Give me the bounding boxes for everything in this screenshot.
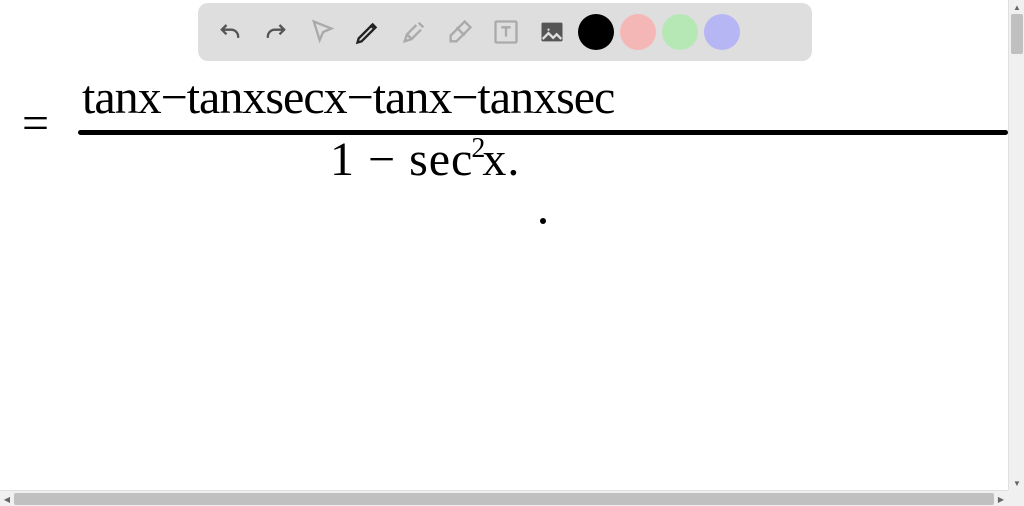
scroll-up-arrow-icon[interactable]: ▲: [1009, 0, 1024, 14]
eraser-tool-button[interactable]: [440, 12, 480, 52]
redo-icon: [262, 18, 290, 46]
tools-icon: [400, 18, 428, 46]
denominator-pre: 1 − sec: [330, 133, 473, 186]
stray-ink-dot: [540, 218, 546, 224]
text-icon: [492, 18, 520, 46]
tools-menu-button[interactable]: [394, 12, 434, 52]
vertical-scrollbar[interactable]: ▲ ▼: [1008, 0, 1024, 490]
color-green-swatch[interactable]: [662, 14, 698, 50]
horizontal-scrollbar[interactable]: ◀ ▶: [0, 490, 1008, 506]
scroll-left-arrow-icon[interactable]: ◀: [0, 491, 14, 506]
image-icon: [538, 18, 566, 46]
scroll-corner: [1008, 490, 1024, 506]
pencil-tool-button[interactable]: [348, 12, 388, 52]
equation-fraction-bar: [78, 130, 1008, 135]
vertical-scroll-thumb[interactable]: [1011, 14, 1023, 54]
denominator-exponent: 2: [471, 133, 486, 164]
equation-numerator: tanx−tanxsecx−tanx−tanxsec: [82, 70, 614, 125]
drawing-toolbar: [198, 3, 812, 61]
pointer-icon: [308, 18, 336, 46]
drawing-canvas[interactable]: = tanx−tanxsecx−tanx−tanxsec 1 − sec2x.: [0, 0, 1008, 490]
undo-icon: [216, 18, 244, 46]
denominator-post: x.: [482, 133, 520, 186]
horizontal-scroll-thumb[interactable]: [14, 493, 994, 505]
color-purple-swatch[interactable]: [704, 14, 740, 50]
equation-denominator: 1 − sec2x.: [330, 132, 520, 187]
text-tool-button[interactable]: [486, 12, 526, 52]
scroll-down-arrow-icon[interactable]: ▼: [1009, 476, 1024, 490]
pencil-icon: [354, 18, 382, 46]
color-red-swatch[interactable]: [620, 14, 656, 50]
eraser-icon: [446, 18, 474, 46]
undo-button[interactable]: [210, 12, 250, 52]
pointer-tool-button[interactable]: [302, 12, 342, 52]
redo-button[interactable]: [256, 12, 296, 52]
whiteboard-viewport: = tanx−tanxsecx−tanx−tanxsec 1 − sec2x. …: [0, 0, 1024, 506]
image-tool-button[interactable]: [532, 12, 572, 52]
equation-equals: =: [22, 96, 50, 151]
scroll-right-arrow-icon[interactable]: ▶: [994, 491, 1008, 506]
color-black-swatch[interactable]: [578, 14, 614, 50]
